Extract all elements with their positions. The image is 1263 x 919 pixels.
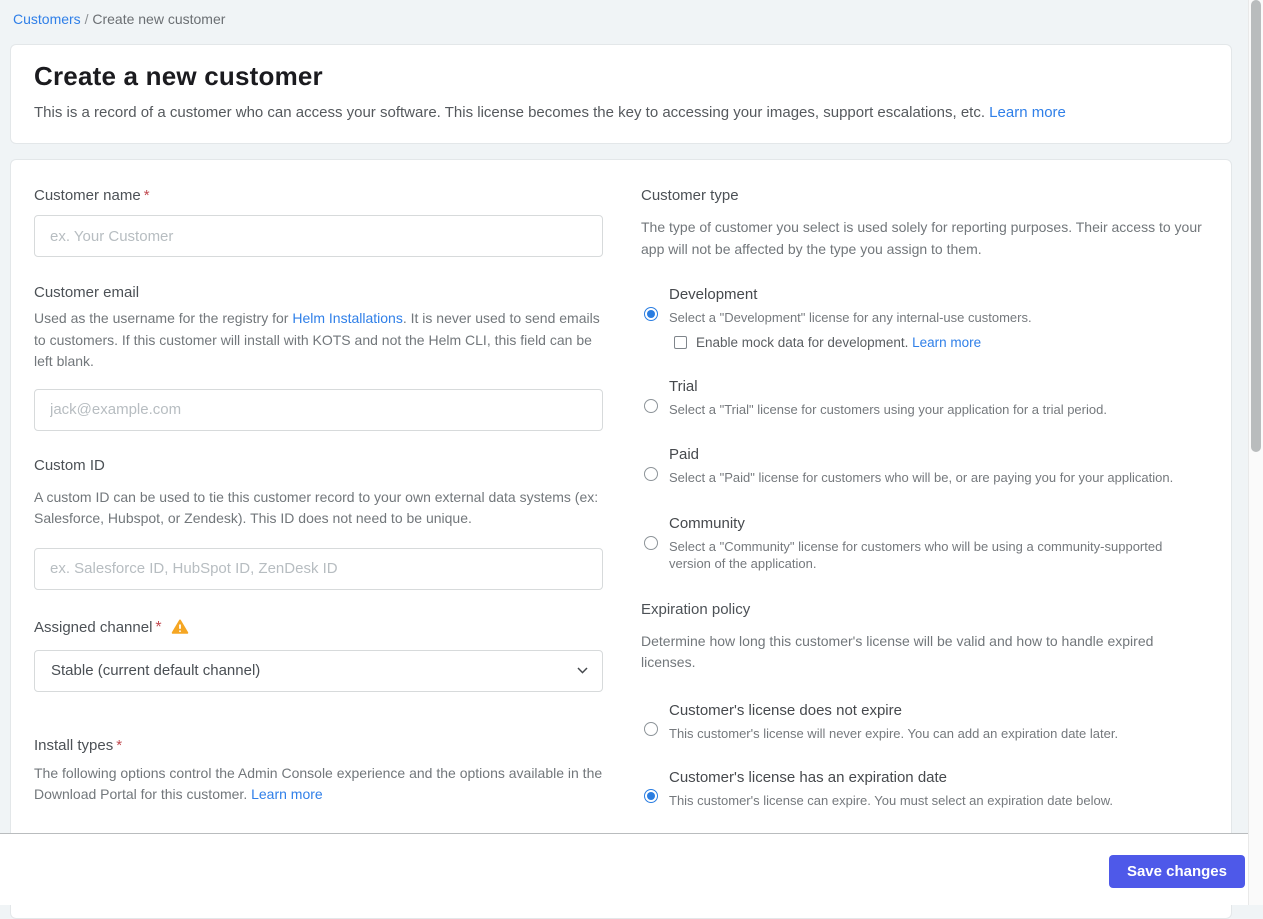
mock-data-checkbox-row: Enable mock data for development. Learn … xyxy=(669,335,1206,350)
radio-paid[interactable] xyxy=(644,467,658,481)
expiration-policy-description: Determine how long this customer's licen… xyxy=(641,632,1154,671)
radio-trial[interactable] xyxy=(644,398,658,413)
page-description: This is a record of a customer who can a… xyxy=(34,104,1208,121)
mock-data-learn-more-link[interactable]: Learn more xyxy=(912,335,981,350)
customer-email-description: Used as the username for the registry fo… xyxy=(34,308,603,373)
customer-type-option-title: Community xyxy=(669,514,745,532)
customer-type-option-paid: Paid Select a "Paid" license for custome… xyxy=(641,446,1206,487)
assigned-channel-select[interactable]: Stable (current default channel) xyxy=(34,649,603,692)
radio-license-does-not-expire[interactable] xyxy=(644,721,658,736)
mock-data-label-text: Enable mock data for development. xyxy=(696,334,913,350)
scrollbar[interactable] xyxy=(1248,0,1263,905)
custom-id-input[interactable] xyxy=(34,547,603,590)
customer-type-option-community: Community Select a "Community" license f… xyxy=(641,515,1206,573)
expiration-option-description: This customer's license can expire. You … xyxy=(669,793,1113,808)
page-description-text: This is a record of a customer who can a… xyxy=(34,104,990,121)
customer-type-option-title: Trial xyxy=(669,377,698,395)
customer-email-field-group: Customer email Used as the username for … xyxy=(34,284,603,431)
custom-id-description: A custom ID can be used to tie this cust… xyxy=(34,488,599,527)
customer-form-card: Customer name* Customer email Used as th… xyxy=(10,159,1232,919)
expiration-option-has-expiration-date: Customer's license has an expiration dat… xyxy=(641,769,1206,810)
customer-email-label: Customer email xyxy=(34,284,140,301)
breadcrumb: Customers / Create new customer xyxy=(0,0,1263,27)
customer-name-input[interactable] xyxy=(34,215,603,257)
customer-email-desc-before: Used as the username for the registry fo… xyxy=(34,310,293,326)
required-asterisk: * xyxy=(155,618,162,636)
customer-type-option-description: Select a "Community" license for custome… xyxy=(669,538,1163,572)
form-right-column: Customer type The type of customer you s… xyxy=(641,187,1206,878)
install-types-learn-more-link[interactable]: Learn more xyxy=(251,786,323,802)
install-types-label: Install types * xyxy=(34,737,603,754)
footer-bar: Save changes xyxy=(0,833,1263,905)
assigned-channel-label-row: Assigned channel * xyxy=(34,619,603,637)
radio-development[interactable] xyxy=(644,307,658,321)
customer-name-field-group: Customer name * xyxy=(34,187,603,257)
save-changes-button[interactable]: Save changes xyxy=(1108,855,1245,888)
breadcrumb-link-customers[interactable]: Customers xyxy=(13,11,81,27)
breadcrumb-current: Create new customer xyxy=(92,11,226,27)
customer-type-option-title: Paid xyxy=(669,446,700,463)
install-types-description: The following options control the Admin … xyxy=(34,763,603,806)
expiration-option-does-not-expire: Customer's license does not expire This … xyxy=(641,702,1206,743)
assigned-channel-field-group: Assigned channel * Stable (current defaul… xyxy=(34,619,603,692)
install-types-label-text: Install types xyxy=(34,736,114,754)
customer-type-option-description: Select a "Paid" license for customers wh… xyxy=(669,470,1174,485)
customer-type-option-title: Development xyxy=(669,286,758,303)
custom-id-label: Custom ID xyxy=(34,456,105,474)
customer-name-label-text: Customer name xyxy=(34,187,141,204)
expiration-option-title: Customer's license has an expiration dat… xyxy=(669,769,948,786)
radio-license-has-expiration-date[interactable] xyxy=(644,789,658,803)
required-asterisk: * xyxy=(116,736,123,754)
header-learn-more-link[interactable]: Learn more xyxy=(989,104,1066,121)
helm-installations-link[interactable]: Helm Installations xyxy=(292,310,403,326)
customer-type-option-development: Development Select a "Development" licen… xyxy=(641,286,1206,350)
expiration-option-description: This customer's license will never expir… xyxy=(669,725,1119,741)
warning-icon xyxy=(171,619,188,634)
expiration-policy-heading: Expiration policy xyxy=(641,600,751,618)
customer-type-option-description: Select a "Trial" license for customers u… xyxy=(669,401,1107,417)
customer-type-description: The type of customer you select is used … xyxy=(641,219,1202,257)
customer-type-option-trial: Trial Select a "Trial" license for custo… xyxy=(641,378,1206,419)
install-types-field-group: Install types * The following options con… xyxy=(34,737,603,806)
form-left-column: Customer name* Customer email Used as th… xyxy=(34,187,603,878)
custom-id-field-group: Custom ID A custom ID can be used to tie… xyxy=(34,457,603,590)
customer-type-option-description: Select a "Development" license for any i… xyxy=(669,310,1032,325)
breadcrumb-separator: / xyxy=(80,11,93,27)
mock-data-checkbox-label: Enable mock data for development. Learn … xyxy=(696,335,981,350)
assigned-channel-label: Assigned channel xyxy=(34,618,153,636)
scrollbar-thumb[interactable] xyxy=(1251,0,1261,452)
mock-data-checkbox[interactable] xyxy=(674,335,687,349)
header-card: Create a new customer This is a record o… xyxy=(10,44,1232,144)
radio-community[interactable] xyxy=(644,535,658,550)
customer-email-input[interactable] xyxy=(34,388,603,431)
required-asterisk: * xyxy=(143,187,150,204)
customer-name-label: Customer name * xyxy=(34,187,603,204)
assigned-channel-selected-value: Stable (current default channel) xyxy=(51,662,261,679)
page-title: Create a new customer xyxy=(34,61,323,91)
chevron-down-icon xyxy=(577,667,588,674)
expiration-option-title: Customer's license does not expire xyxy=(669,701,902,719)
customer-type-heading: Customer type xyxy=(641,187,739,204)
